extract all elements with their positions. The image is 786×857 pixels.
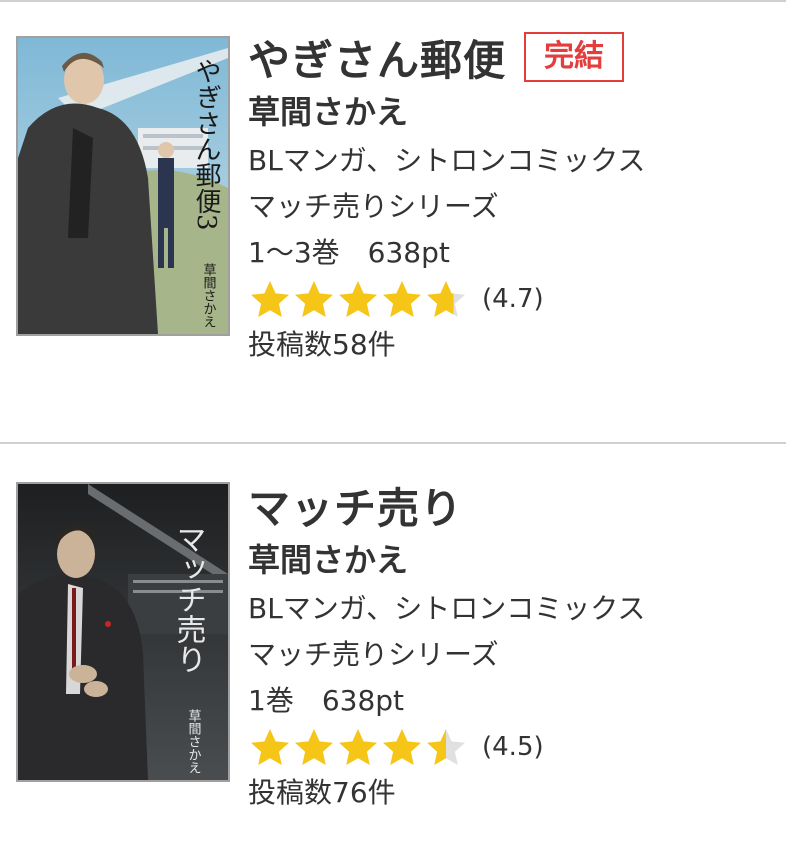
star-icon — [427, 729, 465, 765]
cover-image[interactable]: やぎさん郵便3 草間さかえ — [16, 36, 230, 336]
manga-cover-image-icon: マッチ売り 草間さかえ — [18, 484, 228, 780]
list-item[interactable]: マッチ売り 草間さかえ マッチ売り 草間さかえ BLマンガ、シトロンコミックス … — [0, 444, 786, 857]
series-label[interactable]: マッチ売りシリーズ — [248, 632, 776, 678]
star-rating — [248, 278, 468, 320]
genre-label: BLマンガ、シトロンコミックス — [248, 592, 646, 625]
review-count[interactable]: 投稿数76件 — [248, 770, 776, 816]
star-rating — [248, 726, 468, 768]
star-icon — [339, 281, 377, 317]
star-icon — [251, 729, 289, 765]
star-icon — [383, 729, 421, 765]
item-title[interactable]: マッチ売り — [248, 475, 463, 536]
svg-text:マッチ売り: マッチ売り — [171, 524, 206, 674]
cover-image[interactable]: マッチ売り 草間さかえ — [16, 482, 230, 782]
star-icon — [339, 729, 377, 765]
svg-text:草間さかえ: 草間さかえ — [186, 709, 202, 774]
star-icon — [251, 281, 289, 317]
star-icon — [295, 729, 333, 765]
svg-text:やぎさん郵便3: やぎさん郵便3 — [191, 58, 221, 231]
rating-score: (4.7) — [482, 284, 544, 314]
author-name[interactable]: 草間さかえ — [248, 92, 776, 132]
item-info: マッチ売り 草間さかえ BLマンガ、シトロンコミックス マッチ売りシリーズ 1巻… — [248, 480, 776, 816]
manga-list: やぎさん郵便3 草間さかえ やぎさん郵便 完結 草間さかえ BLマンガ、シトロン… — [0, 0, 786, 857]
rating-score: (4.5) — [482, 732, 544, 762]
completed-badge: 完結 — [524, 32, 625, 82]
item-info: やぎさん郵便 完結 草間さかえ BLマンガ、シトロンコミックス マッチ売りシリー… — [248, 32, 776, 368]
item-title[interactable]: やぎさん郵便 — [248, 27, 506, 88]
manga-cover-image-icon: やぎさん郵便3 草間さかえ — [18, 38, 228, 334]
rating: (4.7) — [248, 276, 776, 322]
volumes-price: 1〜3巻 638pt — [248, 236, 450, 269]
series-label[interactable]: マッチ売りシリーズ — [248, 184, 776, 230]
volumes-price: 1巻 638pt — [248, 684, 405, 717]
svg-text:草間さかえ: 草間さかえ — [201, 263, 217, 328]
star-icon — [427, 281, 465, 317]
list-item[interactable]: やぎさん郵便3 草間さかえ やぎさん郵便 完結 草間さかえ BLマンガ、シトロン… — [0, 2, 786, 442]
rating: (4.5) — [248, 724, 776, 770]
review-count[interactable]: 投稿数58件 — [248, 322, 776, 368]
star-icon — [383, 281, 421, 317]
star-icon — [295, 281, 333, 317]
genre-label: BLマンガ、シトロンコミックス — [248, 144, 646, 177]
author-name[interactable]: 草間さかえ — [248, 540, 776, 580]
